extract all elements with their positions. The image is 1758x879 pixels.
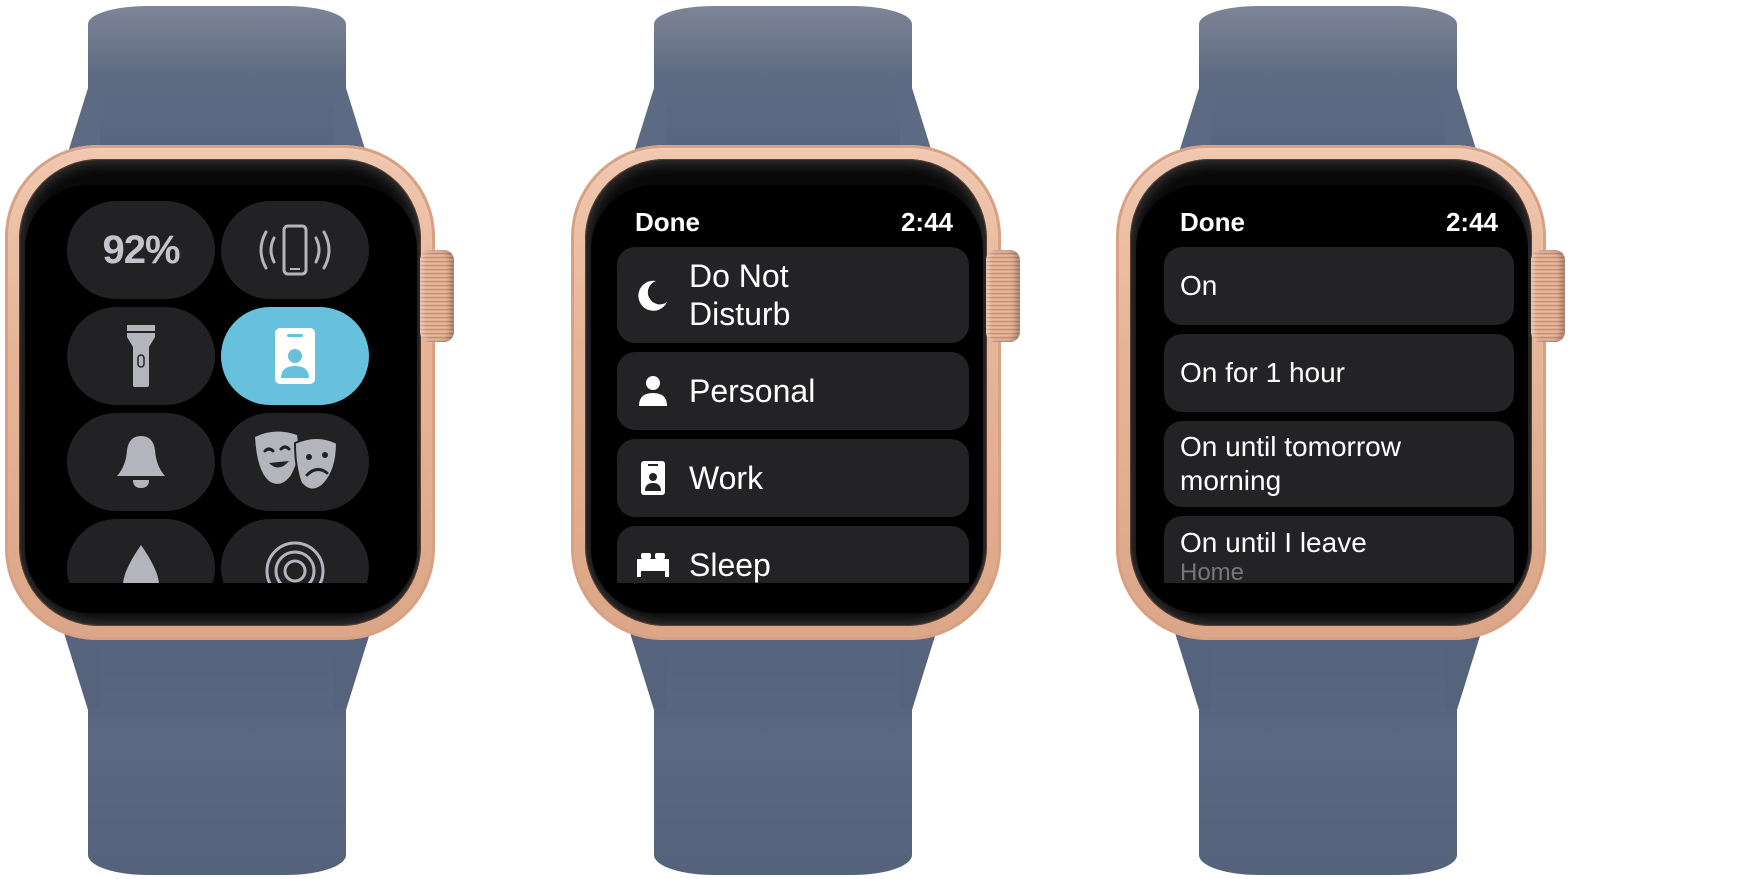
option-on-for-1-hour[interactable]: On for 1 hour xyxy=(1164,334,1514,412)
airplay-audio-icon xyxy=(265,541,325,583)
option-on-until-tomorrow-morning[interactable]: On until tomorrow morning xyxy=(1164,421,1514,507)
option-label: On until I leave xyxy=(1180,527,1367,558)
watch-band-bottom xyxy=(88,620,346,875)
person-icon xyxy=(635,373,671,409)
watch-bezel: Done 2:44 Do Not Disturb Personal Work S… xyxy=(585,159,987,626)
watch-screen: Done 2:44 Do Not Disturb Personal Work S… xyxy=(591,185,983,613)
focus-item-label: Work xyxy=(689,460,764,496)
option-label: On for 1 hour xyxy=(1180,357,1345,388)
digital-crown[interactable] xyxy=(1531,250,1565,342)
battery-tile[interactable]: 92% xyxy=(67,201,215,299)
watch-screen: 92% xyxy=(25,185,417,613)
bed-icon xyxy=(635,546,671,582)
digital-crown[interactable] xyxy=(986,250,1020,342)
focus-list: Do Not Disturb Personal Work Sleep xyxy=(617,247,969,583)
watch-focus-duration: Done 2:44 On On for 1 hour On until tomo… xyxy=(1111,0,1581,879)
control-center-grid: 92% xyxy=(67,201,373,583)
theater-masks-icon xyxy=(255,431,339,491)
ping-iphone-tile[interactable] xyxy=(221,201,369,299)
focus-item-label: Do Not Disturb xyxy=(689,257,790,333)
label-line: morning xyxy=(1180,465,1282,496)
airplay-tile[interactable] xyxy=(221,519,369,583)
watch-bezel: Done 2:44 On On for 1 hour On until tomo… xyxy=(1130,159,1532,626)
focus-item-personal[interactable]: Personal xyxy=(617,352,969,430)
digital-crown[interactable] xyxy=(420,250,454,342)
option-label: On xyxy=(1180,270,1218,301)
option-on-until-i-leave[interactable]: On until I leave Home xyxy=(1164,516,1514,583)
flashlight-icon xyxy=(127,325,155,387)
focus-item-work[interactable]: Work xyxy=(617,439,969,517)
watch-case: Done 2:44 On On for 1 hour On until tomo… xyxy=(1116,145,1546,640)
ping-iphone-icon xyxy=(259,224,331,276)
watch-case: 92% xyxy=(5,145,435,640)
focus-item-sleep[interactable]: Sleep xyxy=(617,526,969,583)
option-on[interactable]: On xyxy=(1164,247,1514,325)
watch-band-bottom xyxy=(654,620,912,875)
watch-control-center: 92% xyxy=(0,0,470,879)
focus-item-do-not-disturb[interactable]: Do Not Disturb xyxy=(617,247,969,343)
moon-icon xyxy=(635,277,671,313)
water-drop-icon xyxy=(123,545,159,583)
bell-icon xyxy=(117,436,165,488)
water-lock-tile[interactable] xyxy=(67,519,215,583)
battery-percentage: 92% xyxy=(102,227,180,272)
focus-item-label: Personal xyxy=(689,373,816,409)
watch-focus-list: Done 2:44 Do Not Disturb Personal Work S… xyxy=(566,0,1036,879)
duration-options-list: On On for 1 hour On until tomorrow morni… xyxy=(1164,247,1514,583)
label-line: Disturb xyxy=(689,296,791,332)
watch-band-bottom xyxy=(1199,620,1457,875)
option-sublabel: Home xyxy=(1180,559,1245,584)
id-badge-icon xyxy=(635,460,671,496)
theater-mode-tile[interactable] xyxy=(221,413,369,511)
label-line: Do Not xyxy=(689,258,789,294)
watch-bezel: 92% xyxy=(19,159,421,626)
silent-mode-tile[interactable] xyxy=(67,413,215,511)
label-line: On until tomorrow xyxy=(1180,431,1401,462)
work-focus-tile[interactable] xyxy=(221,307,369,405)
watch-case: Done 2:44 Do Not Disturb Personal Work S… xyxy=(571,145,1001,640)
option-label: On until tomorrow morning xyxy=(1180,430,1498,498)
work-focus-badge-icon xyxy=(275,328,315,384)
focus-item-label: Sleep xyxy=(689,547,771,583)
watch-screen: Done 2:44 On On for 1 hour On until tomo… xyxy=(1136,185,1528,613)
flashlight-tile[interactable] xyxy=(67,307,215,405)
